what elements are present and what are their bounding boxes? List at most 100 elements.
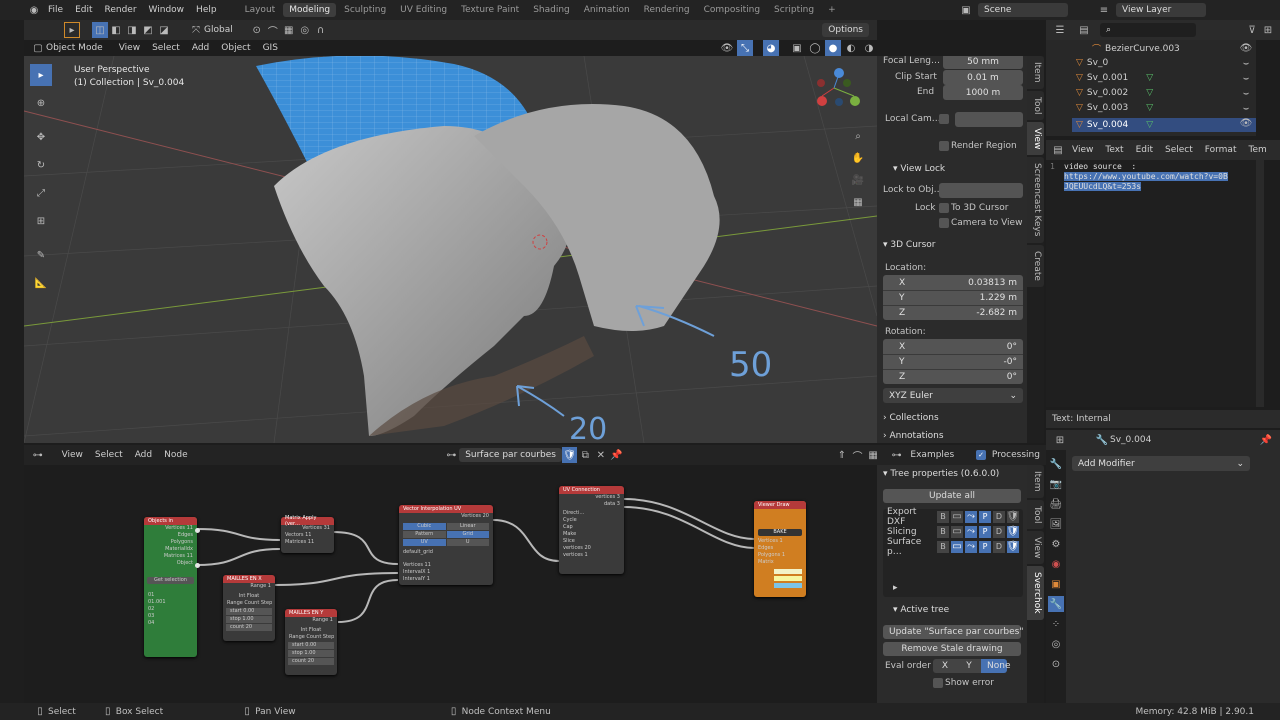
remove-stale-button[interactable]: Remove Stale drawing bbox=[883, 642, 1021, 656]
menu-render[interactable]: Render bbox=[99, 5, 143, 15]
tree-list-row[interactable]: Surface p… B ▭ ⤳ P D 🛡 bbox=[883, 537, 1023, 557]
link-icon[interactable]: ⤳ bbox=[965, 525, 977, 538]
pivot-icon[interactable]: ⊙ bbox=[249, 22, 265, 38]
node-menu-select[interactable]: Select bbox=[89, 450, 129, 460]
node-editor-type-icon[interactable]: ⊶ bbox=[30, 447, 46, 463]
text-editor-scrollbar[interactable] bbox=[1256, 160, 1264, 407]
orientation-icon[interactable]: ⤧ bbox=[188, 22, 204, 38]
scene-selector[interactable]: Scene bbox=[978, 3, 1068, 17]
add-workspace-button[interactable]: + bbox=[822, 3, 842, 17]
tree-properties-header[interactable]: ▾ Tree properties (0.6.0.0) bbox=[883, 469, 999, 479]
outliner-row-selected[interactable]: ▽ Sv_0.004 ▽ bbox=[1072, 118, 1256, 132]
output-tab-icon[interactable]: 🖨 bbox=[1048, 496, 1064, 512]
node-canvas[interactable]: Objects in Vertices 11 Edges Polygons Ma… bbox=[24, 465, 877, 703]
node-field-stop[interactable]: stop 1.00 bbox=[226, 616, 272, 623]
options-dropdown[interactable]: Options bbox=[822, 23, 869, 37]
text-editor-icon[interactable]: ▤ bbox=[1050, 142, 1066, 158]
node-tab-sverchok[interactable]: Sverchok bbox=[1027, 566, 1044, 620]
viewport-menu-gis[interactable]: GIS bbox=[257, 43, 284, 53]
update-all-button[interactable]: Update all bbox=[883, 489, 1021, 503]
focal-length-field[interactable]: 50 mm bbox=[943, 56, 1023, 69]
eye-closed-icon[interactable]: ⌣ bbox=[1238, 72, 1254, 84]
node-list-item[interactable]: 01.001 bbox=[144, 599, 197, 606]
face-color-swatch[interactable] bbox=[774, 583, 802, 588]
viewport-menu-object[interactable]: Object bbox=[215, 43, 256, 53]
snap-icon[interactable]: ⌒ bbox=[265, 22, 281, 38]
visibility-icon[interactable]: 👁 bbox=[719, 40, 735, 56]
node-header[interactable]: MAILLES EN Y bbox=[285, 609, 337, 617]
collections-header[interactable]: › Collections bbox=[883, 413, 939, 423]
new-collection-icon[interactable]: ⊞ bbox=[1260, 22, 1276, 38]
node-output-socket[interactable] bbox=[195, 528, 200, 533]
node-tree-selector[interactable]: Surface par courbes bbox=[459, 448, 562, 462]
process-flag-button[interactable]: P bbox=[979, 525, 991, 538]
pin-icon[interactable]: 📌 bbox=[1258, 432, 1274, 448]
particles-tab-icon[interactable]: ⁘ bbox=[1048, 616, 1064, 632]
eval-order-y[interactable]: Y bbox=[957, 659, 981, 673]
select-box-mode-icon[interactable]: ◫ bbox=[92, 22, 108, 38]
constraints-tab-icon[interactable]: ⊙ bbox=[1048, 656, 1064, 672]
to-3d-cursor-checkbox[interactable] bbox=[939, 203, 949, 213]
view-layer-selector[interactable]: View Layer bbox=[1116, 3, 1206, 17]
proportional-edit-icon[interactable]: ◎ bbox=[297, 22, 313, 38]
menu-window[interactable]: Window bbox=[143, 5, 191, 15]
outliner-row[interactable]: ▽ Sv_0.003 ▽ bbox=[1076, 103, 1153, 113]
node-tree-type-icon[interactable]: ⊶ bbox=[444, 447, 460, 463]
world-tab-icon[interactable]: ◉ bbox=[1048, 556, 1064, 572]
select-intersect-icon[interactable]: ◪ bbox=[156, 22, 172, 38]
node-objects-in[interactable]: Objects in Vertices 11 Edges Polygons Ma… bbox=[144, 517, 200, 657]
shading-wireframe-icon[interactable]: ◯ bbox=[807, 40, 823, 56]
workspace-tab-animation[interactable]: Animation bbox=[578, 3, 636, 17]
node-field-count[interactable]: count 20 bbox=[288, 658, 334, 665]
outliner-search[interactable]: ⌕ bbox=[1100, 23, 1196, 37]
viewport-menu-add[interactable]: Add bbox=[186, 43, 215, 53]
link-icon[interactable]: ⤳ bbox=[965, 510, 977, 523]
node-tab-item[interactable]: Item bbox=[1027, 465, 1044, 498]
eye-icon[interactable]: 👁 bbox=[1238, 42, 1254, 54]
rotation-x-field[interactable]: X 0° bbox=[883, 339, 1023, 354]
node-mailles-en-y[interactable]: MAILLES EN Y Range 1 Int Float Range Cou… bbox=[285, 609, 337, 675]
scene-tab-icon[interactable]: ⚙ bbox=[1048, 536, 1064, 552]
mode-linear[interactable]: Linear bbox=[446, 523, 489, 530]
eye-closed-icon[interactable]: ⌣ bbox=[1238, 87, 1254, 99]
node-matrix-apply[interactable]: Matrix Apply (ver… Vertices 31 Vectors 1… bbox=[281, 515, 334, 553]
examples-menu[interactable]: Examples bbox=[904, 450, 960, 460]
text-menu-edit[interactable]: Edit bbox=[1130, 145, 1159, 155]
node-menu-add[interactable]: Add bbox=[129, 450, 158, 460]
node-list-item[interactable]: 03 bbox=[144, 613, 197, 620]
cursor-tool-icon[interactable]: ▸ bbox=[64, 22, 80, 38]
mode-grid[interactable]: Grid bbox=[446, 531, 489, 538]
camera-to-view-checkbox[interactable] bbox=[939, 218, 949, 228]
zoom-icon[interactable]: ⌕ bbox=[850, 128, 866, 144]
unlink-tree-icon[interactable]: ✕ bbox=[593, 447, 609, 463]
tree-list-row[interactable]: Export DXF B ▭ ⤳ P D 🛡 bbox=[883, 507, 1023, 527]
outliner-row[interactable]: ▽ Sv_0.002 ▽ bbox=[1076, 88, 1153, 98]
properties-editor-icon[interactable]: ⊞ bbox=[1052, 432, 1068, 448]
editor-type-icon[interactable]: ▢ bbox=[30, 40, 46, 56]
update-tree-button[interactable]: Update "Surface par courbes" bbox=[883, 625, 1023, 639]
workspace-tab-uv-editing[interactable]: UV Editing bbox=[394, 3, 453, 17]
workspace-tab-layout[interactable]: Layout bbox=[239, 3, 282, 17]
tab-create[interactable]: Create bbox=[1027, 244, 1044, 287]
camera-view-icon[interactable]: 🎥 bbox=[850, 172, 866, 188]
eye-icon[interactable]: 👁 bbox=[1238, 117, 1254, 129]
sverchok-icon[interactable]: ⊶ bbox=[889, 447, 905, 463]
select-subtract-icon[interactable]: ◨ bbox=[124, 22, 140, 38]
node-list-item[interactable]: 02 bbox=[144, 606, 197, 613]
node-mailles-en-x[interactable]: MAILLES EN X Range 1 Int Float Range Cou… bbox=[223, 575, 275, 641]
node-header[interactable]: Viewer Draw bbox=[754, 501, 806, 509]
bake-flag-button[interactable]: B bbox=[937, 525, 949, 538]
add-modifier-dropdown[interactable]: Add Modifier ⌄ bbox=[1072, 456, 1250, 471]
outliner-editor-icon[interactable]: ☰ bbox=[1052, 22, 1068, 38]
layers-icon[interactable]: ≡ bbox=[1096, 2, 1112, 18]
text-editor-body[interactable]: 1 video source : https://www.youtube.com… bbox=[1046, 160, 1256, 407]
shading-material-icon[interactable]: ◐ bbox=[843, 40, 859, 56]
active-tree-header[interactable]: ▾ Active tree bbox=[893, 605, 949, 615]
text-menu-templates[interactable]: Tem bbox=[1242, 145, 1272, 155]
outliner-row[interactable]: ▽ Sv_0 bbox=[1076, 58, 1108, 68]
lock-to-object-field[interactable] bbox=[939, 183, 1023, 198]
node-field-start[interactable]: start 0.00 bbox=[288, 642, 334, 649]
draft-flag-button[interactable]: D bbox=[993, 525, 1005, 538]
edge-color-swatch[interactable] bbox=[774, 576, 802, 581]
local-camera-field[interactable] bbox=[955, 112, 1023, 127]
